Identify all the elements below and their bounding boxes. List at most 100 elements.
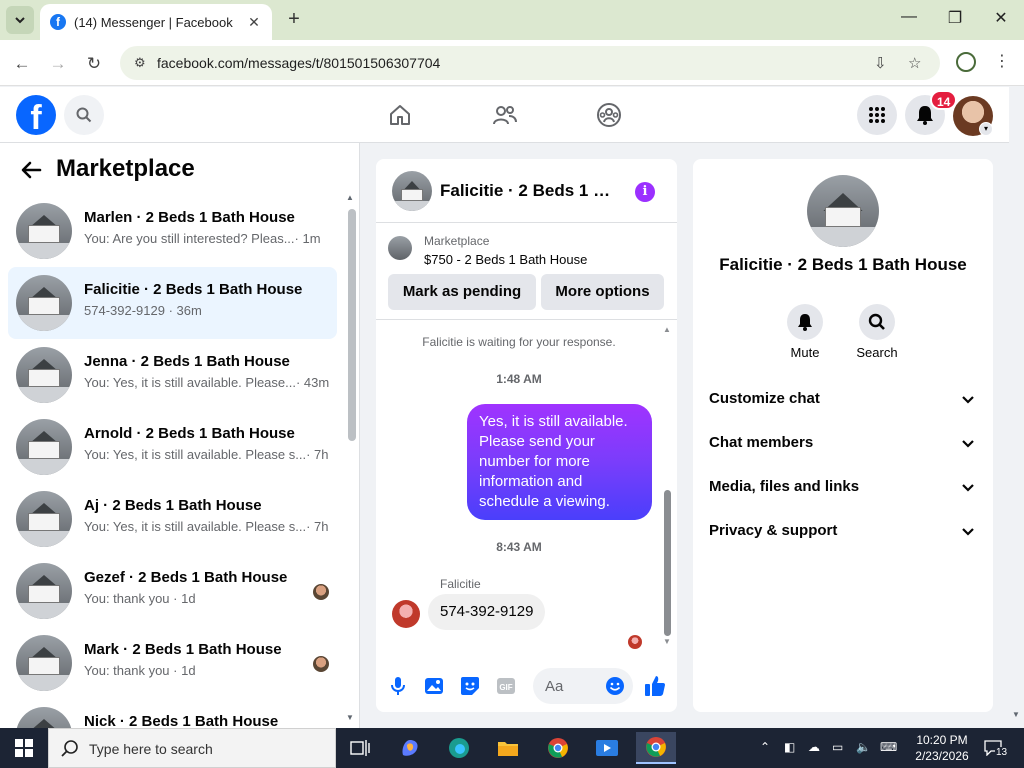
- url-text[interactable]: facebook.com/messages/t/801501506307704: [157, 55, 440, 71]
- conversation-name: Nick · 2 Beds 1 Bath House: [84, 713, 279, 728]
- back-icon[interactable]: ←: [10, 52, 34, 76]
- chat-details-panel: Falicitie · 2 Beds 1 Bath House Mute Sea…: [693, 159, 993, 712]
- video-app-icon[interactable]: [587, 732, 627, 764]
- conversation-item[interactable]: Nick · 2 Beds 1 Bath House: [8, 699, 337, 728]
- conversation-time: · 7h: [306, 519, 329, 534]
- notification-center-icon[interactable]: 13: [984, 736, 1010, 760]
- conversation-item[interactable]: Jenna · 2 Beds 1 Bath House You: Yes, it …: [8, 339, 337, 411]
- restore-icon[interactable]: ❐: [940, 8, 970, 32]
- thumbs-up-icon[interactable]: [643, 674, 667, 698]
- emoji-icon[interactable]: [605, 676, 625, 701]
- sender-avatar[interactable]: [392, 600, 420, 628]
- onedrive-icon[interactable]: ☁: [808, 740, 820, 754]
- network-icon[interactable]: ▭: [832, 740, 843, 754]
- conversation-item[interactable]: Mark · 2 Beds 1 Bath House You: thank you…: [8, 627, 337, 699]
- listing-price[interactable]: $750 - 2 Beds 1 Bath House: [424, 252, 587, 267]
- sidebar-scrollbar[interactable]: [348, 209, 356, 441]
- scroll-down-icon[interactable]: ▼: [346, 713, 354, 722]
- waiting-note: Falicitie is waiting for your response.: [422, 335, 616, 349]
- site-info-icon[interactable]: ⚙: [134, 55, 146, 71]
- mute-button[interactable]: Mute: [775, 304, 835, 360]
- account-chevron-icon[interactable]: ▾: [979, 122, 993, 136]
- conversation-snippet: You: thank you · 1d: [84, 591, 196, 606]
- info-icon[interactable]: i: [635, 182, 655, 202]
- chrome-icon[interactable]: [538, 732, 578, 764]
- search-in-chat-button[interactable]: Search: [847, 304, 907, 360]
- chat-title[interactable]: Falicitie · 2 Beds 1 Ba...: [440, 181, 620, 201]
- chat-scrollbar[interactable]: [664, 490, 671, 636]
- conversation-item[interactable]: Arnold · 2 Beds 1 Bath House You: Yes, it…: [8, 411, 337, 483]
- conversation-item[interactable]: Falicitie · 2 Beds 1 Bath House 574-392-9…: [8, 267, 337, 339]
- tray-overflow-icon[interactable]: ⌃: [760, 740, 770, 754]
- file-explorer-icon[interactable]: [488, 732, 528, 764]
- microphone-icon[interactable]: [386, 674, 410, 698]
- chat-scroll-down-icon[interactable]: ▼: [663, 637, 671, 646]
- seen-receipt-avatar: [628, 635, 642, 649]
- conversation-snippet-text: You: thank you · 1d: [84, 591, 196, 606]
- conversation-snippet-text: You: Yes, it is still available. Please …: [84, 447, 307, 462]
- taskbar-search-box[interactable]: Type here to search: [48, 728, 336, 768]
- chrome-active-icon[interactable]: [636, 732, 676, 764]
- close-window-icon[interactable]: ✕: [986, 8, 1016, 32]
- chevron-down-icon: [962, 440, 974, 448]
- taskbar-clock[interactable]: 10:20 PM 2/23/2026: [906, 732, 978, 764]
- page-scroll-down-icon[interactable]: ▼: [1012, 710, 1020, 719]
- privacy-support-row[interactable]: Privacy & support: [693, 510, 993, 554]
- windows-start-icon[interactable]: [0, 728, 48, 768]
- task-view-icon[interactable]: [340, 732, 380, 764]
- browser-menu-icon[interactable]: ⋮: [994, 51, 1010, 71]
- chevron-down-icon: [962, 396, 974, 404]
- conversation-snippet-text: You: thank you · 1d: [84, 663, 196, 678]
- groups-icon[interactable]: [595, 101, 623, 129]
- chat-members-row[interactable]: Chat members: [693, 422, 993, 466]
- listing-thumbnail[interactable]: [388, 236, 412, 260]
- meet-now-icon[interactable]: ◧: [784, 740, 795, 754]
- scroll-up-icon[interactable]: ▲: [346, 193, 354, 202]
- search-icon[interactable]: [64, 95, 104, 135]
- details-avatar[interactable]: [807, 175, 879, 247]
- bookmark-star-icon[interactable]: ☆: [908, 54, 921, 72]
- conversation-item[interactable]: Gezef · 2 Beds 1 Bath House You: thank yo…: [8, 555, 337, 627]
- conversation-name: Arnold · 2 Beds 1 Bath House: [84, 425, 295, 442]
- browser-profile-icon[interactable]: [956, 52, 976, 72]
- conversation-snippet-text: 574-392-9129 · 36m: [84, 303, 202, 318]
- volume-icon[interactable]: 🔈: [856, 740, 871, 754]
- sticker-icon[interactable]: [458, 674, 482, 698]
- conversation-item[interactable]: Aj · 2 Beds 1 Bath House You: Yes, it is …: [8, 483, 337, 555]
- message-input[interactable]: Aa: [533, 668, 633, 704]
- photo-icon[interactable]: [422, 674, 446, 698]
- media-files-links-row[interactable]: Media, files and links: [693, 466, 993, 510]
- friends-icon[interactable]: [491, 101, 519, 129]
- home-icon[interactable]: [386, 101, 414, 129]
- browser-tab[interactable]: f (14) Messenger | Facebook ✕: [40, 4, 272, 40]
- more-options-button[interactable]: More options: [541, 274, 664, 310]
- forward-icon[interactable]: →: [46, 52, 70, 76]
- new-tab-button[interactable]: +: [282, 8, 306, 31]
- menu-grid-icon[interactable]: [857, 95, 897, 135]
- address-bar[interactable]: ⚙ facebook.com/messages/t/80150150630770…: [120, 46, 940, 80]
- chat-panel: Falicitie · 2 Beds 1 Ba... i Marketplace…: [376, 159, 677, 712]
- conversation-avatar: [16, 347, 72, 403]
- minimize-icon[interactable]: —: [894, 8, 924, 32]
- customize-chat-row[interactable]: Customize chat: [693, 378, 993, 422]
- browser-tab-bar: f (14) Messenger | Facebook ✕ + — ❐ ✕: [0, 0, 1024, 40]
- incoming-message: 574-392-9129: [428, 594, 546, 630]
- tab-search-chevron-icon[interactable]: [6, 6, 34, 34]
- tab-close-icon[interactable]: ✕: [246, 14, 262, 31]
- gif-icon[interactable]: GIF: [494, 674, 518, 698]
- message-placeholder: Aa: [545, 678, 564, 695]
- back-arrow-icon[interactable]: [20, 159, 42, 188]
- install-app-icon[interactable]: ⇩: [874, 54, 887, 72]
- message-thread: Falicitie is waiting for your response. …: [376, 321, 677, 651]
- reload-icon[interactable]: ↻: [82, 52, 106, 76]
- chat-scroll-up-icon[interactable]: ▲: [663, 325, 671, 334]
- copilot-icon[interactable]: [390, 732, 430, 764]
- mark-as-pending-button[interactable]: Mark as pending: [388, 274, 536, 310]
- conversation-item[interactable]: Marlen · 2 Beds 1 Bath House You: Are you…: [8, 195, 337, 267]
- keyboard-icon[interactable]: ⌨: [880, 740, 897, 754]
- search-icon: [61, 740, 78, 757]
- chat-avatar[interactable]: [392, 171, 432, 211]
- facebook-logo-icon[interactable]: f: [16, 95, 56, 135]
- conversation-snippet: You: thank you · 1d: [84, 663, 196, 678]
- edge-browser-icon[interactable]: [439, 732, 479, 764]
